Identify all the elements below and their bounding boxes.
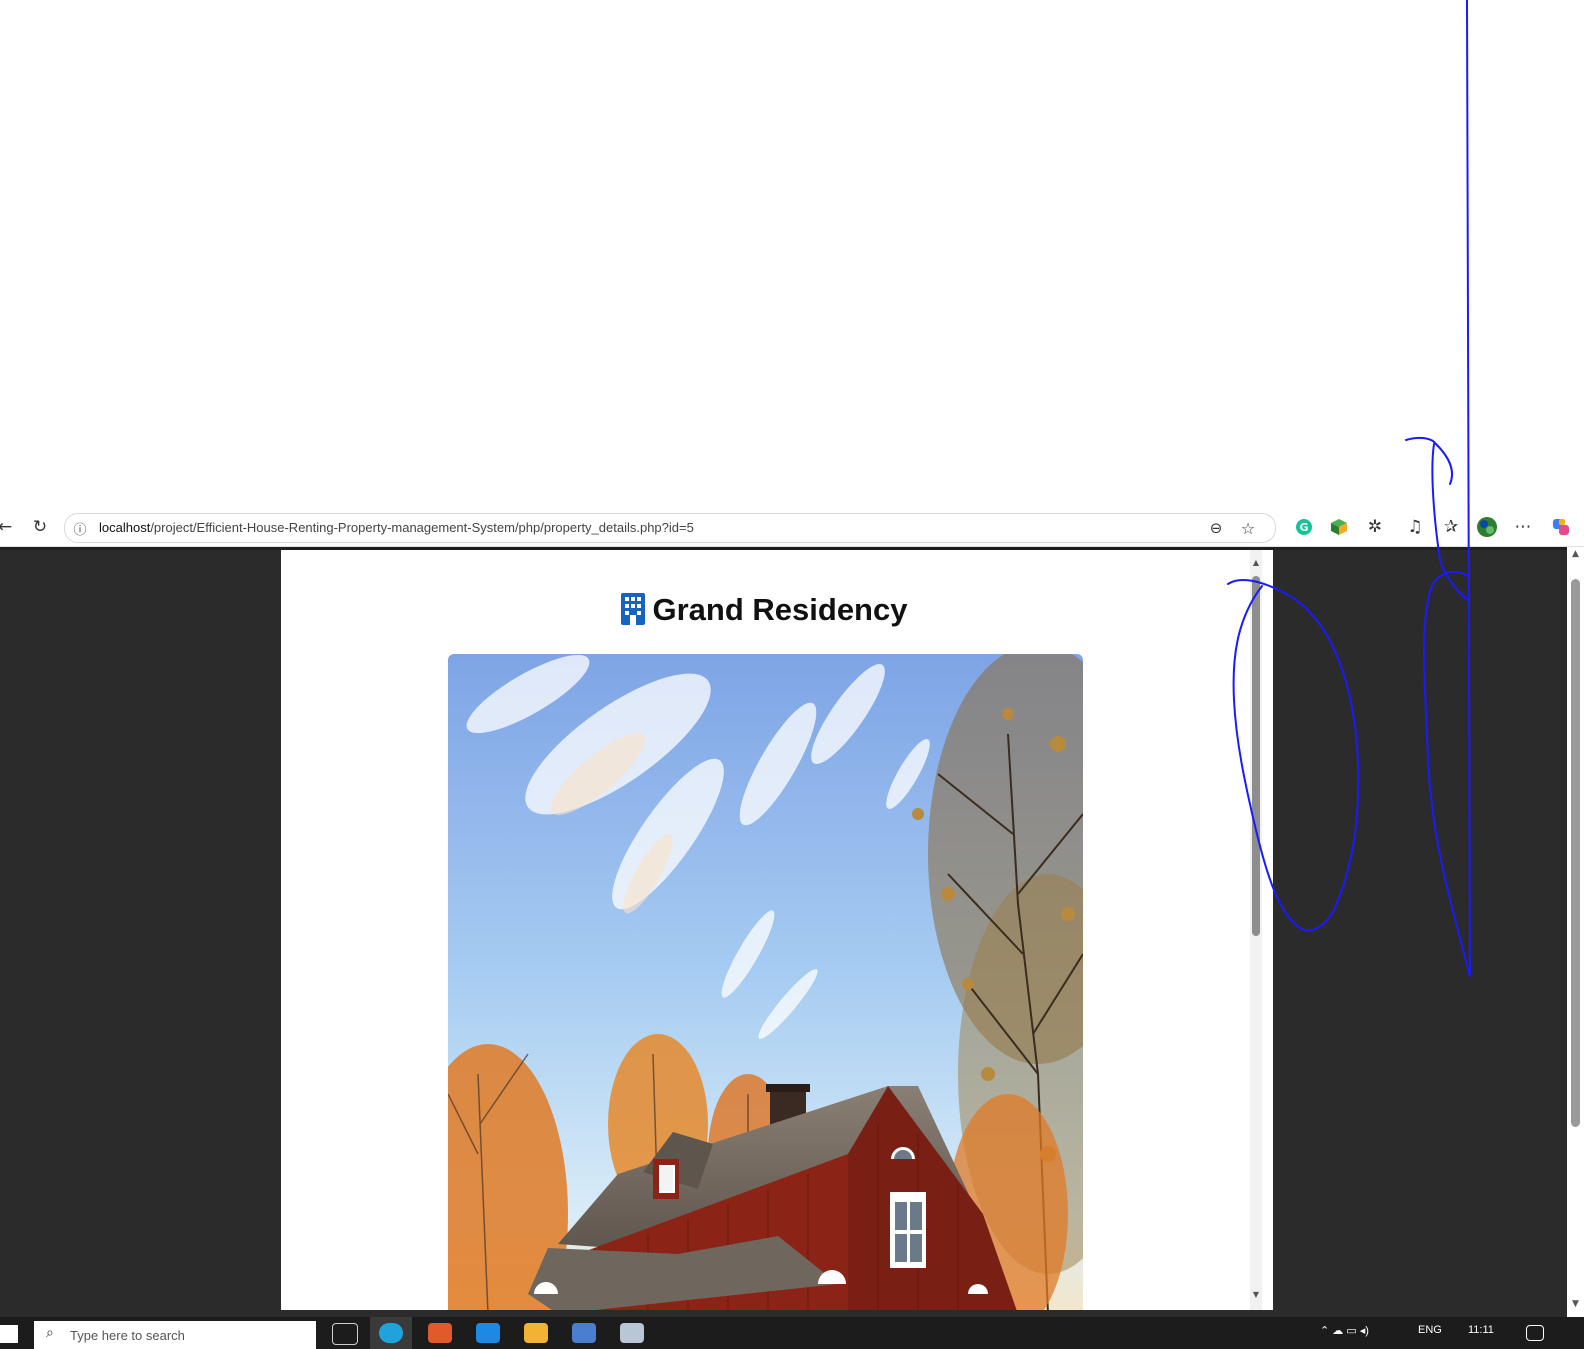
- copilot-icon[interactable]: [1550, 516, 1572, 538]
- scroll-up-arrow-icon[interactable]: ▲: [1251, 558, 1261, 567]
- search-icon: ⌕: [46, 1325, 54, 1341]
- edge-icon[interactable]: [379, 1323, 403, 1343]
- property-photo: [448, 654, 1083, 1310]
- profile-avatar[interactable]: [1476, 516, 1498, 538]
- blank-area: [0, 0, 1584, 510]
- extension-cube-icon[interactable]: [1328, 516, 1350, 538]
- extensions-puzzle-icon[interactable]: ✲: [1364, 516, 1386, 538]
- page-scrollbar[interactable]: ▲ ▼: [1250, 550, 1262, 1310]
- property-card: Grand Residency: [281, 550, 1273, 1310]
- url-path: /project/Efficient-House-Renting-Propert…: [150, 520, 694, 535]
- page-title: Grand Residency: [281, 592, 1247, 628]
- vscode-icon[interactable]: [476, 1323, 500, 1343]
- browser-scrollbar[interactable]: ▲ ▼: [1567, 547, 1584, 1317]
- url-host: localhost: [99, 520, 151, 535]
- browser-scroll-up-icon[interactable]: ▲: [1567, 549, 1584, 559]
- notepad-icon[interactable]: [620, 1323, 644, 1343]
- tray-icons[interactable]: ⌃ ☁ ▭ ◂): [1320, 1324, 1369, 1337]
- screen: ← ↻ ⓘ localhost/project/Efficient-House-…: [0, 0, 1584, 1349]
- taskbar: ⌕ Type here to search ⌃ ☁ ▭ ◂) ENG 11:11: [0, 1317, 1584, 1349]
- zoom-out-icon[interactable]: ⊖: [1205, 517, 1227, 539]
- task-view-icon[interactable]: [332, 1323, 358, 1345]
- refresh-icon[interactable]: ↻: [29, 516, 51, 538]
- page-viewport: Grand Residency: [0, 547, 1567, 1317]
- file-explorer-icon[interactable]: [524, 1323, 548, 1343]
- start-button-icon[interactable]: [0, 1325, 18, 1343]
- back-icon[interactable]: ←: [0, 516, 16, 538]
- favorites-list-icon[interactable]: ✰: [1440, 516, 1462, 538]
- property-name: Grand Residency: [652, 592, 908, 627]
- notifications-icon[interactable]: [1526, 1325, 1544, 1341]
- language-indicator[interactable]: ENG: [1418, 1324, 1442, 1336]
- page-scroll-thumb[interactable]: [1252, 576, 1260, 936]
- grammarly-extension-icon[interactable]: G: [1293, 516, 1315, 538]
- address-bar[interactable]: ⓘ localhost/project/Efficient-House-Rent…: [64, 513, 1276, 543]
- taskbar-search[interactable]: ⌕ Type here to search: [34, 1321, 316, 1349]
- app-window-icon[interactable]: [572, 1323, 596, 1343]
- more-options-icon[interactable]: ⋯: [1512, 516, 1534, 538]
- scroll-down-arrow-icon[interactable]: ▼: [1251, 1290, 1261, 1299]
- xampp-icon[interactable]: [428, 1323, 452, 1343]
- favorite-star-icon[interactable]: ☆: [1237, 517, 1259, 539]
- browser-scroll-down-icon[interactable]: ▼: [1567, 1299, 1584, 1309]
- browser-scroll-thumb[interactable]: [1571, 579, 1580, 1127]
- media-control-icon[interactable]: ♫: [1404, 516, 1426, 538]
- browser-toolbar: ← ↻ ⓘ localhost/project/Efficient-House-…: [0, 510, 1584, 547]
- clock-time[interactable]: 11:11: [1468, 1324, 1494, 1336]
- svg-text:G: G: [1299, 521, 1308, 534]
- url-text[interactable]: localhost/project/Efficient-House-Rentin…: [99, 520, 694, 535]
- building-icon: [620, 593, 645, 625]
- site-info-icon[interactable]: ⓘ: [71, 519, 89, 538]
- taskbar-search-placeholder: Type here to search: [70, 1328, 185, 1343]
